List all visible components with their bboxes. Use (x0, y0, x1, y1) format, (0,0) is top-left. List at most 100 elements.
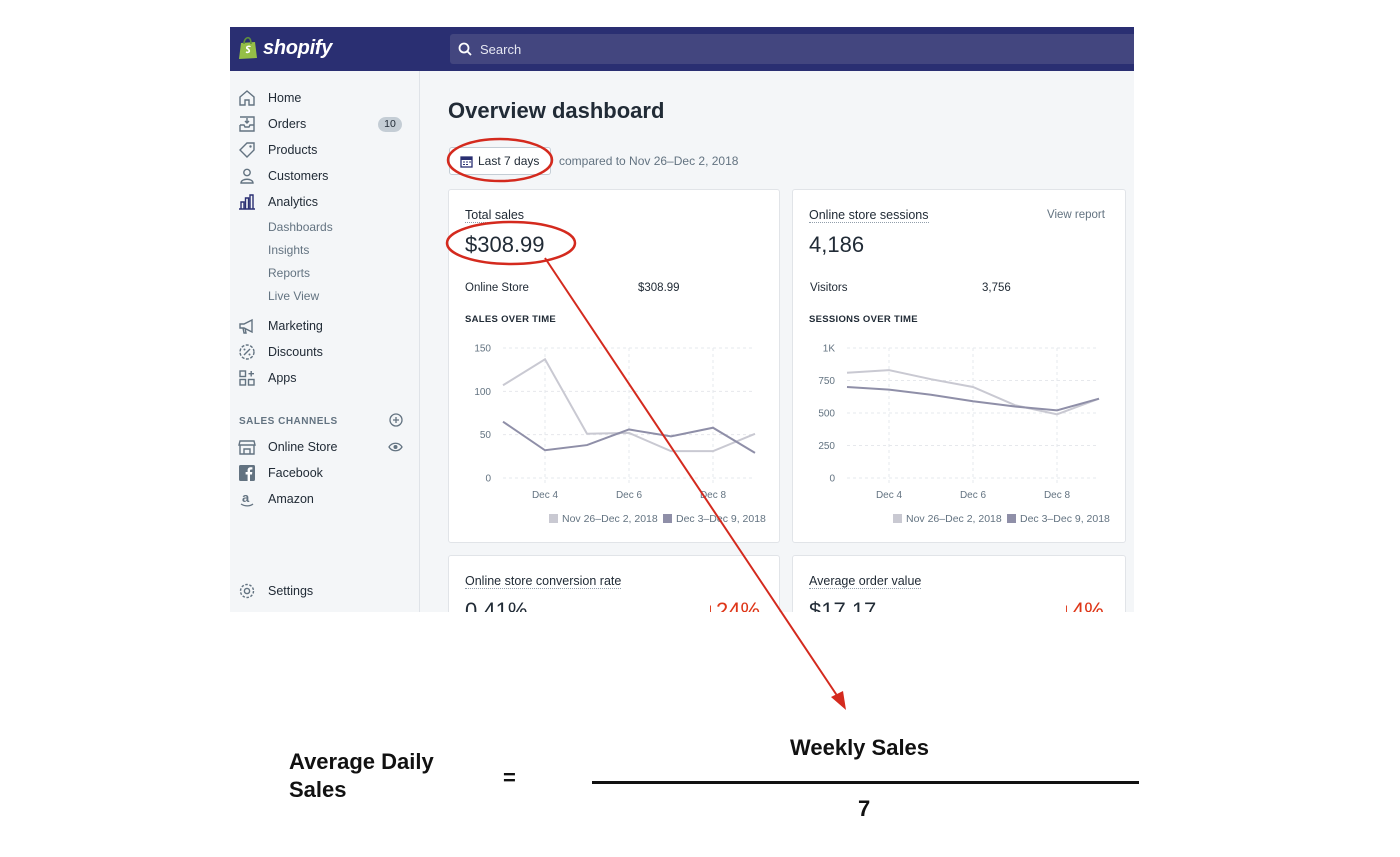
search-input[interactable]: Search (450, 34, 1134, 64)
sidebar-subitem-dashboards[interactable]: Dashboards (268, 220, 333, 234)
legend-swatch (893, 514, 902, 523)
sidebar-item-label: Online Store (268, 440, 338, 454)
change-indicator: ↓24% (705, 598, 761, 612)
sessions-card: Online store sessions View report 4,186 … (792, 189, 1126, 543)
person-icon (240, 168, 254, 184)
sidebar-item-discounts[interactable]: Discounts (230, 341, 420, 363)
legend-swatch (1007, 514, 1016, 523)
sidebar-item-marketing[interactable]: Marketing (230, 315, 420, 337)
sidebar-item-orders[interactable]: Orders 10 (230, 113, 420, 135)
sidebar-item-customers[interactable]: Customers (230, 165, 420, 187)
total-sales-value: $308.99 (465, 232, 545, 257)
shopping-bag-icon (239, 36, 257, 59)
sales-over-time-chart: 0 50 100 150 Dec 4 Dec 6 Dec 8 Nov 26–Dec 2, 20… (474, 344, 766, 526)
sidebar-item-home[interactable]: Home (230, 87, 420, 109)
eye-icon[interactable] (388, 440, 403, 454)
sidebar-item-label: Marketing (268, 319, 323, 333)
megaphone-icon (239, 318, 253, 334)
y-tick-label: 100 (474, 387, 491, 398)
sidebar-item-amazon[interactable]: a Amazon (230, 488, 420, 510)
sidebar-item-label: Settings (268, 584, 314, 598)
sidebar-item-apps[interactable]: Apps (230, 367, 420, 389)
sales-channels-header: SALES CHANNELS (239, 416, 338, 427)
facebook-icon (239, 465, 255, 481)
average-order-value-card: Average order value $17.17 ↓4% (792, 555, 1126, 612)
date-range-button[interactable]: Last 7 days (449, 147, 551, 175)
amazon-icon: a (240, 490, 254, 507)
orders-icon (239, 116, 255, 132)
date-range-label: Last 7 days (478, 154, 540, 168)
sidebar-item-label: Products (268, 143, 318, 157)
fraction-bar (592, 781, 1139, 784)
comparison-text: compared to Nov 26–Dec 2, 2018 (559, 154, 739, 168)
legend-label: Nov 26–Dec 2, 2018 (906, 513, 1002, 525)
x-tick-label: Dec 8 (700, 490, 727, 501)
view-report-link[interactable]: View report (1047, 209, 1105, 221)
tag-icon (239, 142, 255, 158)
breakdown-value: $308.99 (638, 282, 680, 294)
sessions-over-time-chart: 0 250 500 750 1K Dec 4 Dec 6 Dec 8 Nov 26–Dec 2,… (818, 344, 1110, 526)
card-title[interactable]: Average order value (809, 574, 922, 589)
orders-count-badge: 10 (378, 116, 402, 132)
sidebar-item-label: Apps (268, 371, 297, 385)
x-tick-label: Dec 6 (960, 490, 987, 501)
card-title[interactable]: Online store conversion rate (465, 574, 622, 589)
chart-heading: SESSIONS OVER TIME (809, 314, 918, 325)
sidebar-item-label: Discounts (268, 345, 323, 359)
sessions-value: 4,186 (809, 232, 865, 257)
shopify-logo[interactable]: shopify (238, 36, 332, 60)
add-channel-icon[interactable] (389, 413, 403, 427)
y-tick-label: 250 (818, 441, 835, 452)
card-title[interactable]: Total sales (465, 208, 525, 223)
svg-text:a: a (242, 490, 250, 505)
calendar-icon (460, 155, 473, 168)
home-icon (239, 90, 255, 106)
sidebar-item-settings[interactable]: Settings (230, 580, 420, 602)
y-tick-label: 0 (829, 474, 835, 485)
legend-swatch (663, 514, 672, 523)
sidebar-item-label: Amazon (268, 492, 314, 506)
search-icon (458, 42, 472, 56)
sidebar-item-analytics[interactable]: Analytics (230, 191, 420, 213)
x-tick-label: Dec 4 (876, 490, 903, 501)
gear-icon (239, 583, 255, 599)
formula-left-line: Average Daily (289, 749, 434, 774)
page-title: Overview dashboard (448, 98, 665, 123)
sidebar-subitem-live-view[interactable]: Live View (268, 289, 319, 303)
sidebar-item-label: Home (268, 91, 302, 105)
discount-icon (239, 344, 255, 360)
legend-label: Dec 3–Dec 9, 2018 (676, 513, 766, 525)
sidebar-item-online-store[interactable]: Online Store (230, 436, 420, 458)
search-placeholder: Search (480, 41, 522, 57)
breakdown-value: 3,756 (982, 282, 1011, 294)
breakdown-label: Online Store (465, 282, 529, 294)
sidebar-item-label: Analytics (268, 195, 319, 209)
y-tick-label: 0 (485, 474, 491, 485)
y-tick-label: 150 (474, 344, 491, 355)
legend-label: Dec 3–Dec 9, 2018 (1020, 513, 1110, 525)
top-bar: shopify Search (230, 27, 1134, 71)
x-tick-label: Dec 6 (616, 490, 643, 501)
bar-chart-icon (239, 194, 255, 210)
breakdown-label: Visitors (810, 282, 848, 294)
sidebar-item-label: Customers (268, 169, 329, 183)
conversion-rate-value: 0.41% (465, 598, 528, 612)
sidebar-item-products[interactable]: Products (230, 139, 420, 161)
store-icon (238, 440, 256, 455)
logo-wordmark: shopify (263, 36, 333, 59)
change-indicator: ↓4% (1061, 598, 1104, 612)
x-tick-label: Dec 8 (1044, 490, 1071, 501)
conversion-rate-card: Online store conversion rate 0.41% ↓24% (448, 555, 780, 612)
y-tick-label: 500 (818, 409, 835, 420)
sidebar-item-facebook[interactable]: Facebook (230, 462, 420, 484)
chart-heading: SALES OVER TIME (465, 314, 557, 325)
y-tick-label: 750 (818, 376, 835, 387)
legend-label: Nov 26–Dec 2, 2018 (562, 513, 658, 525)
y-tick-label: 50 (480, 430, 492, 441)
total-sales-card: Total sales $308.99 Online Store $308.99… (448, 189, 780, 543)
sidebar-subitem-reports[interactable]: Reports (268, 266, 310, 280)
card-title[interactable]: Online store sessions (809, 208, 929, 223)
formula-left-line: Sales (289, 777, 347, 802)
sidebar-subitem-insights[interactable]: Insights (268, 243, 309, 257)
formula-left-side: Average Daily Sales (289, 748, 434, 804)
